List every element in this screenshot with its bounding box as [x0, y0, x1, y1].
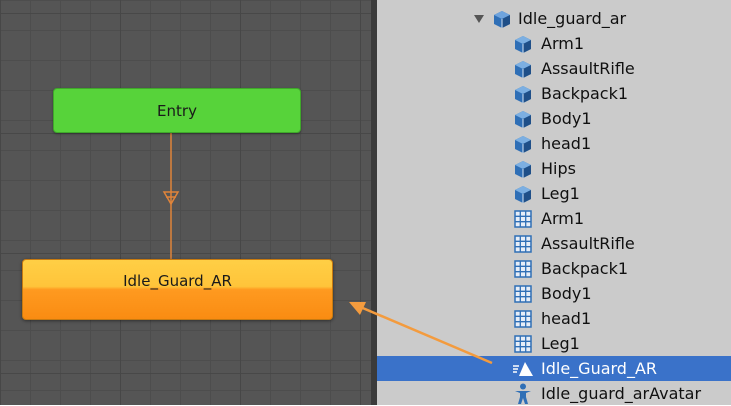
tree-item-label: Body1: [541, 284, 592, 303]
avatar-icon: [512, 383, 534, 405]
mesh-grid-icon: [512, 208, 534, 230]
tree-item-arm1[interactable]: Arm1: [377, 31, 731, 56]
transition-line[interactable]: [0, 0, 371, 405]
tree-item-label: Leg1: [541, 184, 580, 203]
foldout-expanded-icon[interactable]: [473, 13, 485, 25]
cube-icon: [512, 33, 534, 55]
entry-node[interactable]: Entry: [53, 88, 301, 133]
project-panel: Idle_guard_ar Arm1 AssaultRifle Backpack1 B…: [377, 0, 731, 405]
tree-item-leg1[interactable]: Leg1: [377, 181, 731, 206]
tree-item-label: Arm1: [541, 34, 585, 53]
tree-item-label: head1: [541, 134, 592, 153]
cube-icon: [512, 83, 534, 105]
tree-item-idle-guard-aravatar[interactable]: Idle_guard_arAvatar: [377, 381, 731, 406]
mesh-grid-icon: [512, 258, 534, 280]
tree-item-label: AssaultRifle: [541, 234, 635, 253]
animation-clip-icon: [512, 358, 534, 380]
tree-item-label: Leg1: [541, 334, 580, 353]
mesh-grid-icon: [512, 333, 534, 355]
tree-item-label: Hips: [541, 159, 576, 178]
mesh-grid-icon: [512, 233, 534, 255]
mesh-grid-icon: [512, 308, 534, 330]
cube-icon: [512, 133, 534, 155]
tree-item-backpack1[interactable]: Backpack1: [377, 256, 731, 281]
tree-item-label: Idle_guard_arAvatar: [541, 384, 702, 403]
tree-item-head1[interactable]: head1: [377, 131, 731, 156]
tree-item-head1[interactable]: head1: [377, 306, 731, 331]
entry-node-label: Entry: [157, 101, 197, 120]
tree-item-body1[interactable]: Body1: [377, 281, 731, 306]
prefab-cube-icon: [491, 8, 513, 30]
mesh-grid-icon: [512, 283, 534, 305]
tree-item-label: Backpack1: [541, 259, 629, 278]
tree-item-label: Body1: [541, 109, 592, 128]
tree-item-hips[interactable]: Hips: [377, 156, 731, 181]
tree-item-backpack1[interactable]: Backpack1: [377, 81, 731, 106]
tree-item-idle-guard-ar[interactable]: Idle_Guard_AR: [377, 356, 731, 381]
tree-root-item[interactable]: Idle_guard_ar: [377, 6, 731, 31]
cube-icon: [512, 58, 534, 80]
cube-icon: [512, 183, 534, 205]
cube-icon: [512, 108, 534, 130]
tree-item-label: Backpack1: [541, 84, 629, 103]
tree-item-assaultrifle[interactable]: AssaultRifle: [377, 231, 731, 256]
cube-icon: [512, 158, 534, 180]
animator-graph[interactable]: Entry Idle_Guard_AR: [0, 0, 371, 405]
tree-item-assaultrifle[interactable]: AssaultRifle: [377, 56, 731, 81]
tree-item-arm1[interactable]: Arm1: [377, 206, 731, 231]
tree-item-label: Idle_Guard_AR: [541, 359, 658, 378]
tree-item-leg1[interactable]: Leg1: [377, 331, 731, 356]
tree-root-label: Idle_guard_ar: [518, 9, 627, 28]
state-node-idle-guard-ar[interactable]: Idle_Guard_AR: [22, 259, 333, 320]
tree-item-body1[interactable]: Body1: [377, 106, 731, 131]
tree-item-label: AssaultRifle: [541, 59, 635, 78]
state-node-label: Idle_Guard_AR: [123, 271, 232, 290]
tree-item-label: head1: [541, 309, 592, 328]
tree-item-label: Arm1: [541, 209, 585, 228]
